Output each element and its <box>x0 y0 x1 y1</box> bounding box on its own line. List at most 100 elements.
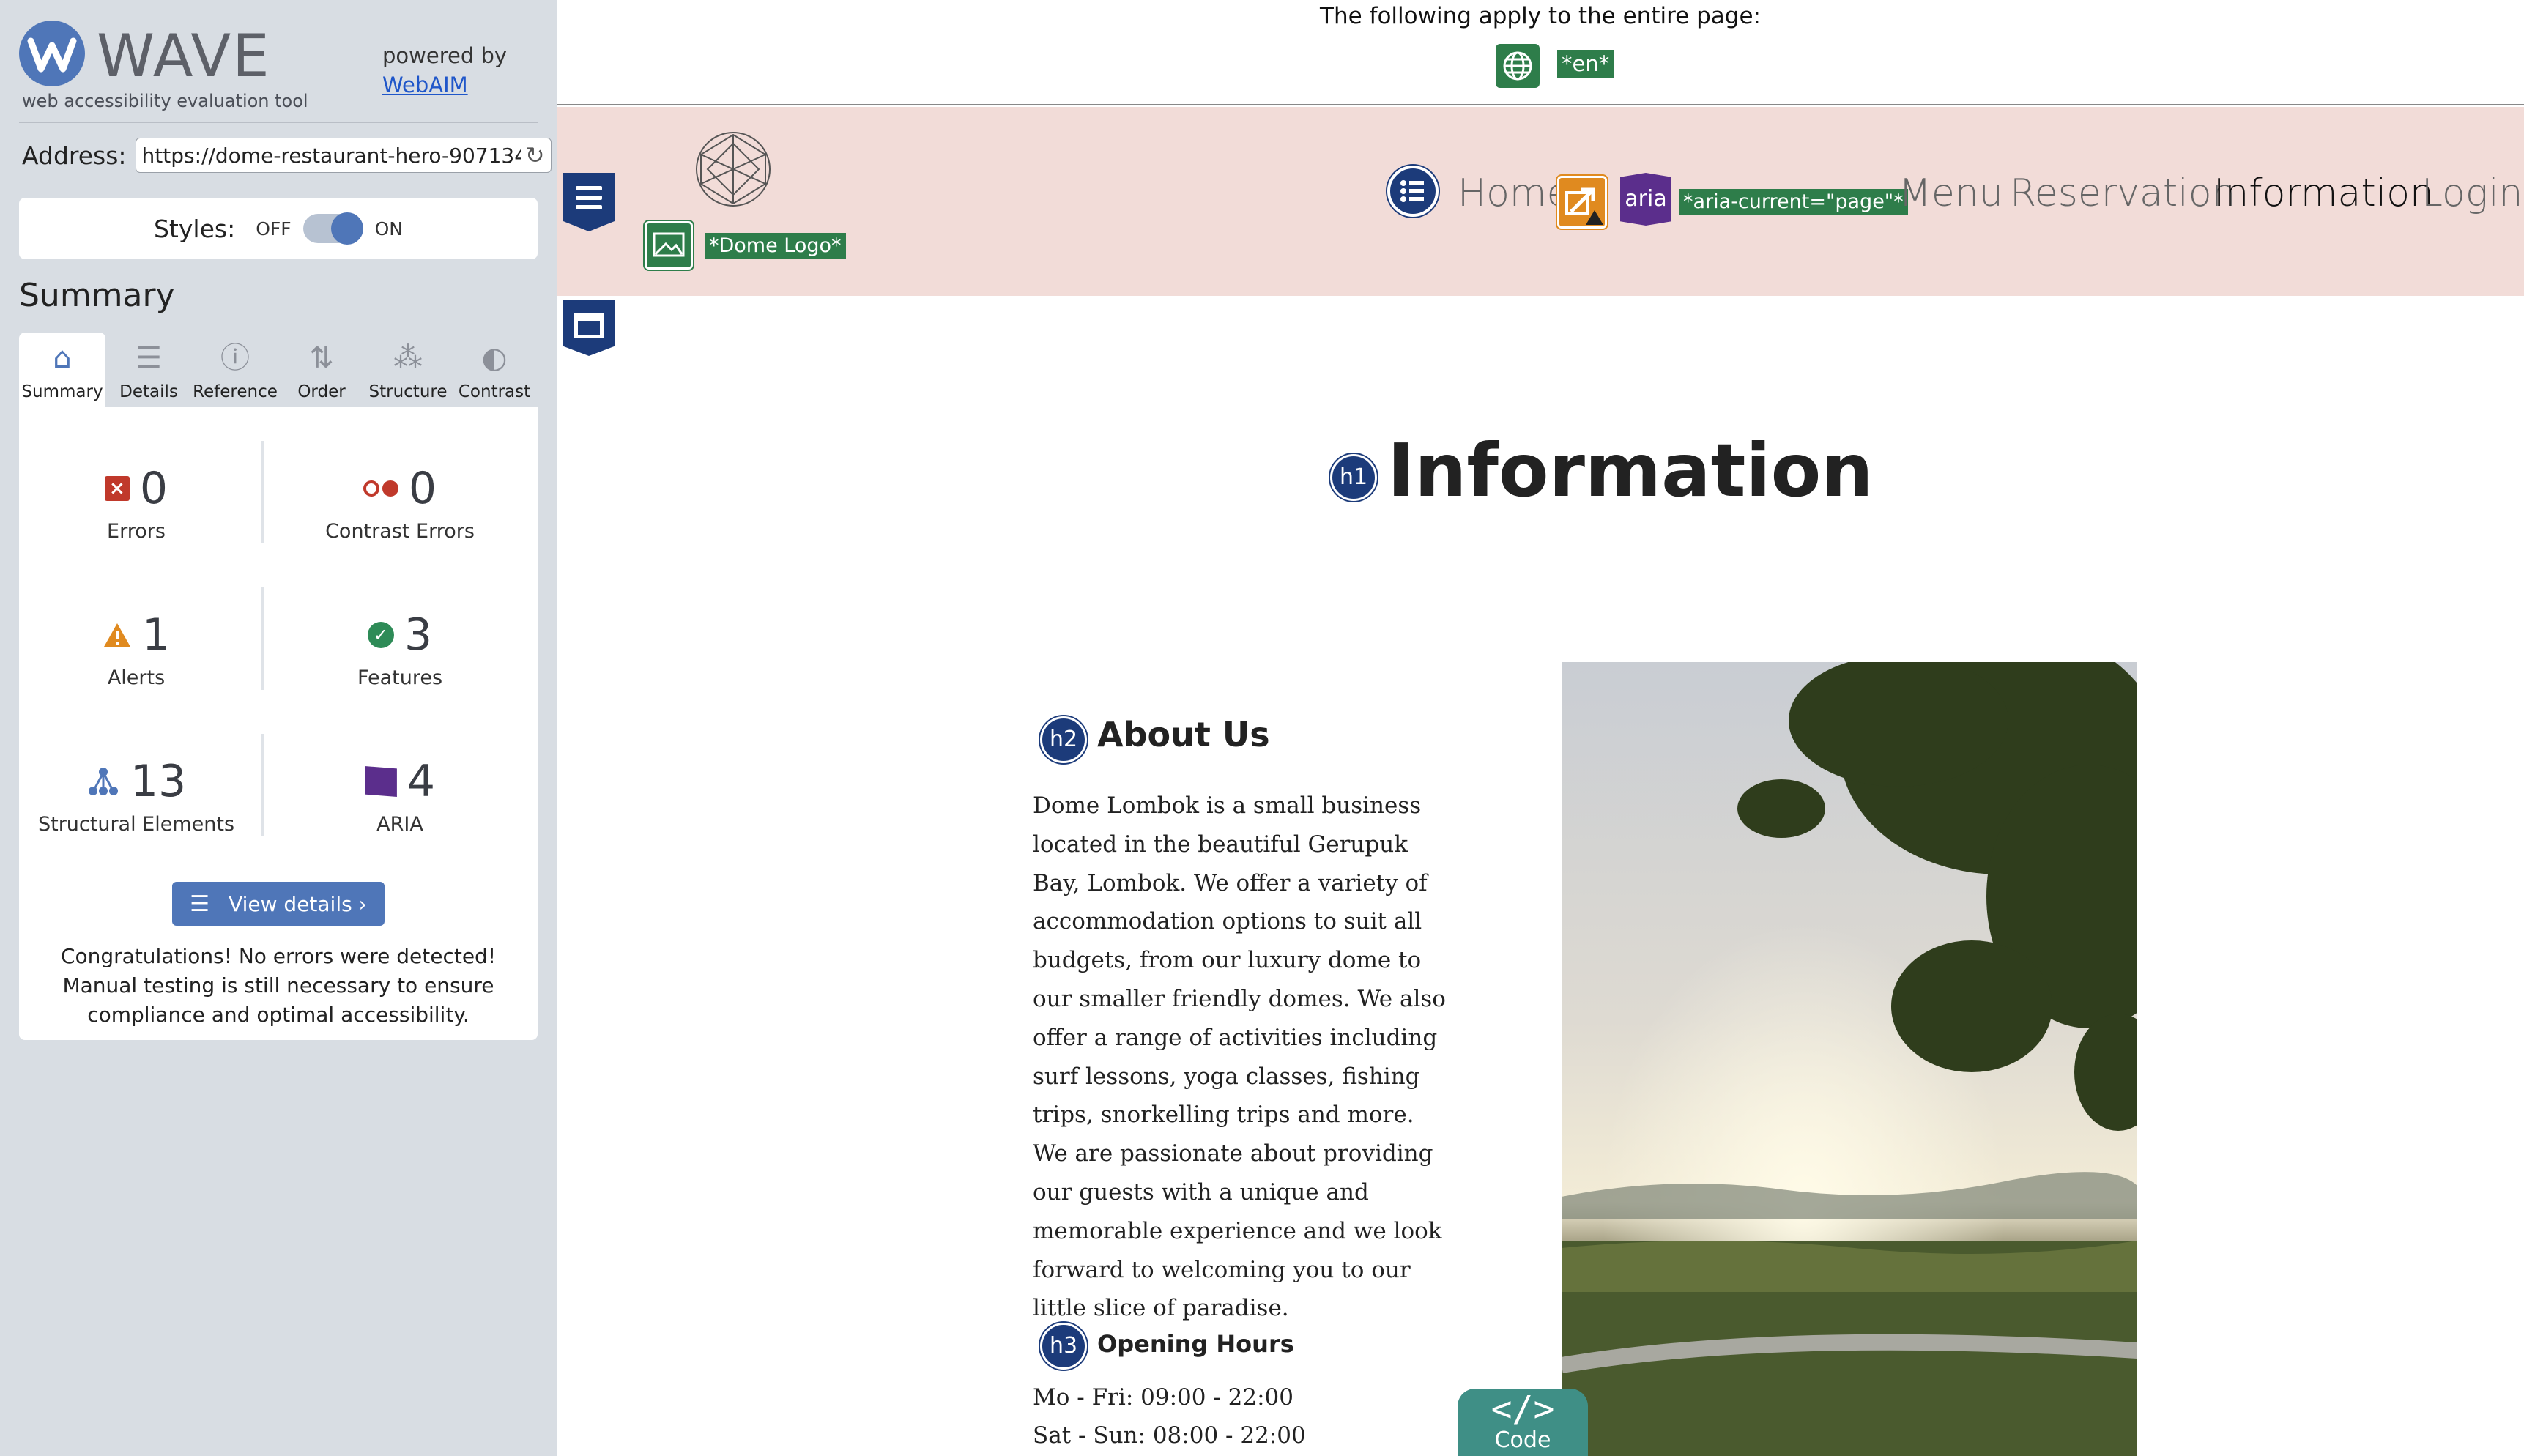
list-icon: ☰ <box>136 341 162 375</box>
tab-label: Reference <box>193 382 278 401</box>
nav-information[interactable]: Information <box>2213 171 2434 215</box>
tab-label: Contrast <box>458 382 531 401</box>
alert-icon <box>103 623 130 647</box>
tab-label: Order <box>297 382 346 401</box>
contrast-error-icon <box>363 480 398 497</box>
about-paragraph: Dome Lombok is a small business located … <box>1033 792 1446 1322</box>
wave-logo-icon <box>19 21 85 86</box>
language-tag: *en* <box>1557 50 1614 78</box>
home-icon: ⌂ <box>53 341 72 375</box>
aria-stat[interactable]: 4 ARIA <box>283 756 517 836</box>
features-label: Features <box>357 666 443 689</box>
page-info-bar: The following apply to the entire page: … <box>557 0 2524 105</box>
errors-stat[interactable]: × 0 Errors <box>19 463 253 543</box>
styles-on-label: ON <box>374 218 404 239</box>
nav-home[interactable]: Home <box>1458 171 1570 215</box>
error-icon: × <box>104 476 130 501</box>
webaim-link[interactable]: WebAIM <box>382 73 468 97</box>
wave-tagline: web accessibility evaluation tool <box>22 91 308 111</box>
tab-reference[interactable]: ⓘ Reference <box>192 333 278 407</box>
aria-icon <box>364 766 397 797</box>
divider <box>261 441 264 543</box>
contrast-errors-stat[interactable]: 0 Contrast Errors <box>283 463 517 543</box>
powered-by: powered by WebAIM <box>382 41 507 100</box>
tab-label: Summary <box>21 382 103 401</box>
tab-summary[interactable]: ⌂ Summary <box>19 333 105 407</box>
tab-label: Details <box>119 382 178 401</box>
styles-label: Styles: <box>153 214 236 243</box>
address-input[interactable]: https://dome-restaurant-hero-9071346b ↻ <box>135 138 552 173</box>
wave-sidebar: WAVE web accessibility evaluation tool p… <box>0 0 557 1456</box>
features-count: 3 <box>404 609 433 661</box>
summary-heading: Summary <box>19 277 175 314</box>
structure-icon <box>88 768 118 795</box>
alerts-label: Alerts <box>107 666 166 689</box>
nav-list-icon[interactable] <box>1387 166 1439 217</box>
styles-toggle-card: Styles: OFF ON <box>19 198 538 259</box>
globe-icon[interactable] <box>1496 44 1540 88</box>
errors-label: Errors <box>107 520 166 543</box>
hours-heading: Opening Hours <box>1097 1330 1294 1358</box>
view-details-label: View details › <box>229 891 367 916</box>
code-icon: </> <box>1491 1389 1555 1430</box>
page-info-text: The following apply to the entire page: <box>1320 3 1761 29</box>
order-icon: ⇅ <box>309 341 334 375</box>
h1-badge[interactable]: h1 <box>1330 454 1377 501</box>
structural-label: Structural Elements <box>37 813 235 836</box>
styles-off-label: OFF <box>256 218 292 239</box>
summary-panel: × 0 Errors 0 Contrast Errors 1 Alerts ✓ 3 … <box>19 407 538 1040</box>
structure-icon: ⁂ <box>393 341 423 375</box>
nav-login[interactable]: Login <box>2421 171 2523 215</box>
tab-details[interactable]: ☰ Details <box>105 333 192 407</box>
toggle-knob[interactable] <box>330 212 363 245</box>
nav-reservation[interactable]: Reservation <box>2010 171 2236 215</box>
code-toggle-button[interactable]: </> Code <box>1458 1389 1588 1456</box>
tab-order[interactable]: ⇅ Order <box>278 333 365 407</box>
styles-toggle[interactable] <box>302 212 363 245</box>
wave-tabs: ⌂ Summary ☰ Details ⓘ Reference ⇅ Order … <box>19 333 538 407</box>
aria-count: 4 <box>407 756 436 807</box>
structural-stat[interactable]: 13 Structural Elements <box>19 756 253 836</box>
contrast-errors-count: 0 <box>408 463 437 514</box>
divider <box>19 122 538 123</box>
h3-badge[interactable]: h3 <box>1040 1323 1087 1370</box>
page-title: Information <box>1387 428 1874 513</box>
h2-badge[interactable]: h2 <box>1040 716 1087 763</box>
logo-alt-tag: *Dome Logo* <box>705 233 846 259</box>
list-icon: ☰ <box>190 891 210 917</box>
alerts-stat[interactable]: 1 Alerts <box>19 609 253 689</box>
wave-logo-text: WAVE <box>97 22 271 90</box>
address-label: Address: <box>22 141 127 170</box>
redundant-link-alert-icon[interactable] <box>1557 176 1607 229</box>
main-region-icon[interactable] <box>563 300 615 356</box>
aria-label: ARIA <box>376 813 423 836</box>
feature-icon: ✓ <box>367 622 394 648</box>
address-bar: Address: https://dome-restaurant-hero-90… <box>22 138 552 173</box>
aria-current-tag: *aria-current="page"* <box>1679 189 1908 215</box>
nav-menu[interactable]: Menu <box>1898 171 2003 215</box>
address-value[interactable]: https://dome-restaurant-hero-9071346b <box>142 144 521 168</box>
tab-contrast[interactable]: ◐ Contrast <box>451 333 538 407</box>
alerts-count: 1 <box>141 609 171 661</box>
aria-icon[interactable]: aria <box>1620 173 1671 226</box>
hours-weekend: Sat - Sun: 08:00 - 22:00 <box>1033 1422 1306 1449</box>
hero-photo <box>1562 662 2137 1456</box>
tab-label: Structure <box>368 382 448 401</box>
dome-logo[interactable] <box>694 130 772 211</box>
linked-image-icon[interactable] <box>645 221 693 270</box>
contrast-errors-label: Contrast Errors <box>325 520 475 543</box>
contrast-icon: ◐ <box>481 341 508 375</box>
aria-icon-label: aria <box>1625 186 1667 212</box>
code-label: Code <box>1494 1427 1551 1453</box>
divider <box>261 587 264 690</box>
structural-count: 13 <box>130 756 187 807</box>
header-region-icon[interactable] <box>563 173 615 231</box>
features-stat[interactable]: ✓ 3 Features <box>283 609 517 689</box>
view-details-button[interactable]: ☰ View details › <box>172 882 385 926</box>
congrats-message: Congratulations! No errors were detected… <box>60 944 497 1027</box>
tab-structure[interactable]: ⁂ Structure <box>365 333 451 407</box>
about-heading: About Us <box>1097 715 1270 754</box>
hours-weekday: Mo - Fri: 09:00 - 22:00 <box>1033 1384 1293 1411</box>
site-header: *Dome Logo* Home aria *aria-current="pag… <box>557 107 2524 296</box>
refresh-icon[interactable]: ↻ <box>525 141 545 169</box>
